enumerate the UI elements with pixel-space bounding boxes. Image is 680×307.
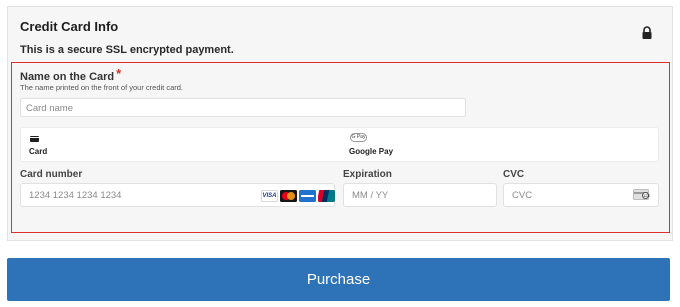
mastercard-icon — [280, 190, 297, 202]
secure-payment-note: This is a secure SSL encrypted payment. — [20, 44, 234, 56]
expiration-placeholder: MM / YY — [352, 190, 389, 201]
payment-method-card-label: Card — [29, 147, 48, 156]
card-number-input[interactable]: 1234 1234 1234 1234 VISA — [20, 183, 335, 207]
payment-method-card-tab[interactable]: Card — [21, 128, 341, 161]
credit-card-icon — [30, 136, 39, 142]
card-number-placeholder: 1234 1234 1234 1234 — [29, 190, 122, 201]
card-name-help-text: The name printed on the front of your cr… — [20, 83, 184, 92]
credit-card-panel: Credit Card Info This is a secure SSL en… — [7, 6, 673, 241]
card-name-input[interactable]: Card name — [20, 98, 466, 117]
expiration-input[interactable]: MM / YY — [343, 183, 497, 207]
card-name-label: Name on the Card * — [20, 66, 122, 83]
cvc-icon-text: 123 — [642, 192, 650, 199]
cvc-input[interactable]: CVC 123 — [503, 183, 659, 207]
panel-title: Credit Card Info — [20, 19, 119, 34]
amex-icon — [299, 190, 316, 202]
cvc-placeholder: CVC — [512, 190, 533, 201]
cvc-card-icon: 123 — [633, 189, 650, 200]
payment-method-tabs: Card G Pay Google Pay — [20, 127, 659, 162]
expiration-label: Expiration — [343, 169, 392, 180]
payment-method-google-pay-tab[interactable]: G Pay Google Pay — [341, 128, 661, 161]
payment-method-google-pay-label: Google Pay — [349, 147, 394, 156]
cvc-label: CVC — [503, 169, 525, 180]
purchase-button[interactable]: Purchase — [7, 258, 670, 301]
required-asterisk: * — [116, 66, 122, 81]
card-number-label: Card number — [20, 169, 83, 180]
google-pay-icon: G Pay — [350, 133, 367, 142]
card-details-fieldset: Name on the Card * The name printed on th… — [11, 62, 670, 233]
lock-icon — [642, 26, 652, 39]
visa-icon: VISA — [261, 190, 278, 202]
card-name-label-text: Name on the Card — [20, 71, 115, 83]
unionpay-icon — [318, 190, 335, 202]
